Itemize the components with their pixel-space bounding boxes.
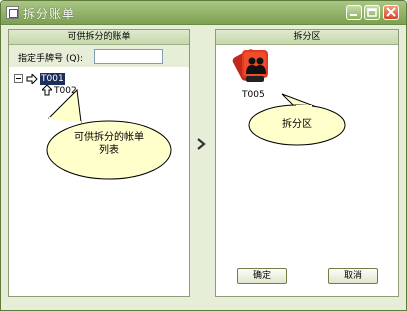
split-area-panel: 拆分区 T005 拆分区 确定 取消 — [215, 29, 399, 297]
minimize-button[interactable] — [346, 5, 362, 20]
maximize-button[interactable] — [364, 5, 380, 20]
callout-line: 可供拆分的帐单 — [74, 132, 144, 143]
callout-bubble — [46, 88, 172, 180]
chevron-right-icon[interactable] — [196, 138, 206, 150]
card-number-input[interactable] — [94, 49, 163, 64]
callout-line: 列表 — [99, 145, 119, 156]
callout-text: 拆分区 — [282, 119, 312, 130]
minimize-icon — [350, 14, 357, 16]
cancel-button[interactable]: 取消 — [328, 268, 378, 284]
confirm-button[interactable]: 确定 — [237, 268, 287, 284]
window-title: 拆分账单 — [23, 7, 76, 21]
callout-bubble — [248, 93, 346, 146]
close-icon — [386, 7, 396, 17]
split-bill-window: 拆分账单 可供拆分的账单 指定手牌号 (Q): T001 T002 可供拆分的帐… — [0, 0, 407, 311]
available-bills-panel: 可供拆分的账单 指定手牌号 (Q): T001 T002 可供拆分的帐单 列表 — [8, 29, 190, 297]
bill-tree[interactable]: T001 T002 可供拆分的帐单 列表 — [9, 70, 189, 296]
title-bar[interactable]: 拆分账单 — [1, 1, 406, 25]
maximize-icon — [367, 8, 377, 17]
available-bills-header: 可供拆分的账单 — [9, 30, 189, 45]
close-button[interactable] — [383, 5, 399, 20]
filter-row: 指定手牌号 (Q): — [9, 45, 189, 67]
card-number-label: 指定手牌号 (Q): — [18, 54, 83, 64]
callout-text: 可供拆分的帐单 列表 — [47, 131, 171, 157]
window-icon — [6, 6, 19, 19]
